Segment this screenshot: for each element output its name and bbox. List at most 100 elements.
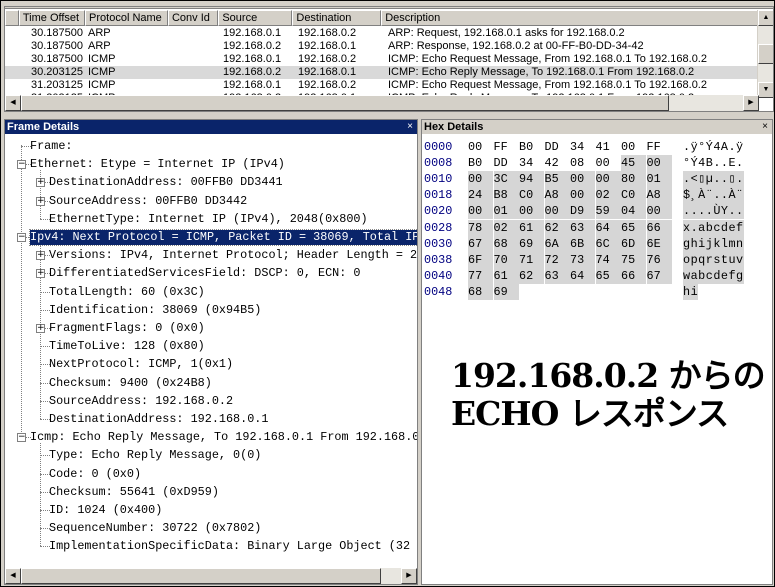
- hex-ascii[interactable]: x.abcdef: [683, 219, 744, 236]
- hex-byte[interactable]: 72: [544, 251, 570, 268]
- hex-byte[interactable]: 34: [570, 139, 595, 155]
- hex-byte[interactable]: 64: [595, 219, 621, 236]
- hex-byte[interactable]: C0: [519, 187, 544, 204]
- hex-byte[interactable]: 6C: [595, 235, 621, 252]
- hex-byte[interactable]: 64: [570, 267, 595, 284]
- tree-node[interactable]: SequenceNumber: 30722 (0x7802): [49, 521, 261, 536]
- tree-node[interactable]: DestinationAddress: 192.168.0.1: [49, 412, 268, 427]
- horizontal-scroll-thumb[interactable]: [21, 95, 669, 111]
- hex-byte[interactable]: 80: [621, 171, 646, 188]
- hex-ascii[interactable]: ....ÙY..: [683, 203, 744, 220]
- hex-byte[interactable]: 00: [621, 139, 646, 155]
- scroll-left-arrow-icon[interactable]: ◀: [5, 568, 21, 584]
- hex-byte[interactable]: A8: [646, 187, 672, 204]
- tree-node[interactable]: Identification: 38069 (0x94B5): [49, 303, 261, 318]
- tree-node[interactable]: DifferentiatedServicesField: DSCP: 0, EC…: [49, 266, 361, 281]
- hex-byte[interactable]: 42: [545, 155, 570, 171]
- hex-byte[interactable]: 68: [493, 235, 519, 252]
- tree-node[interactable]: TimeToLive: 128 (0x80): [49, 339, 205, 354]
- hex-byte[interactable]: 24: [468, 187, 493, 204]
- hex-byte[interactable]: 69: [519, 235, 544, 252]
- tree-node[interactable]: Checksum: 55641 (0xD959): [49, 485, 219, 500]
- hex-byte[interactable]: 34: [519, 155, 544, 171]
- hex-byte[interactable]: 04: [621, 203, 646, 220]
- hex-byte[interactable]: B8: [493, 187, 519, 204]
- tree-node[interactable]: Icmp: Echo Reply Message, To 192.168.0.1…: [30, 430, 417, 445]
- hex-byte[interactable]: 67: [646, 267, 672, 284]
- packet-row[interactable]: 30.203125 ICMP 192.168.0.2 192.168.0.1 ICMP:…: [5, 66, 759, 79]
- tree-node[interactable]: ImplementationSpecificData: Binary Large…: [49, 539, 417, 554]
- hex-byte[interactable]: 00: [570, 187, 595, 204]
- column-header-marker[interactable]: [5, 10, 19, 26]
- hex-byte[interactable]: 6A: [544, 235, 570, 252]
- hex-byte[interactable]: 77: [468, 267, 493, 284]
- hex-byte[interactable]: 61: [519, 219, 544, 236]
- scroll-right-arrow-icon[interactable]: ▶: [401, 568, 417, 584]
- hex-byte[interactable]: 6E: [646, 235, 672, 252]
- hex-ascii[interactable]: ghijklmn: [683, 235, 744, 252]
- hex-byte[interactable]: DD: [545, 139, 570, 155]
- scroll-up-arrow-icon[interactable]: ▲: [758, 10, 773, 26]
- hex-ascii[interactable]: $¸À¨..À¨: [683, 187, 744, 204]
- hex-byte[interactable]: D9: [570, 203, 595, 220]
- hex-byte[interactable]: 00: [468, 171, 493, 188]
- hex-byte[interactable]: B5: [544, 171, 570, 188]
- hex-byte[interactable]: 3C: [493, 171, 519, 188]
- hex-byte[interactable]: 76: [646, 251, 672, 268]
- tree-node[interactable]: SourceAddress: 192.168.0.2: [49, 394, 233, 409]
- column-header-destination[interactable]: Destination: [292, 10, 382, 26]
- hex-byte[interactable]: 65: [595, 267, 621, 284]
- packet-row[interactable]: 30.187500 ARP 192.168.0.2 192.168.0.1 ARP: R…: [5, 40, 759, 53]
- hex-byte[interactable]: 00: [544, 203, 570, 220]
- expand-plus-icon[interactable]: +: [36, 196, 45, 206]
- packet-list-vertical-scrollbar[interactable]: ▲ ▼: [757, 10, 773, 98]
- hex-byte[interactable]: 01: [646, 171, 672, 188]
- hex-byte[interactable]: 71: [519, 251, 544, 268]
- hex-byte[interactable]: 6F: [468, 251, 493, 268]
- collapse-minus-icon[interactable]: −: [17, 233, 26, 242]
- hex-ascii[interactable]: wabcdefg: [683, 267, 744, 284]
- frame-details-horizontal-scrollbar[interactable]: ◀ ▶: [5, 568, 417, 584]
- column-header-conv-id[interactable]: Conv Id: [167, 10, 219, 26]
- column-header-source[interactable]: Source: [218, 10, 293, 26]
- hex-byte[interactable]: 65: [621, 219, 646, 236]
- tree-node[interactable]: Versions: IPv4, Internet Protocol; Heade…: [49, 248, 417, 263]
- hex-byte[interactable]: C0: [621, 187, 646, 204]
- hex-byte[interactable]: 59: [595, 203, 621, 220]
- hex-byte[interactable]: 73: [570, 251, 595, 268]
- tree-node[interactable]: DestinationAddress: 00FFB0 DD3441: [49, 175, 283, 190]
- tree-node[interactable]: FragmentFlags: 0 (0x0): [49, 321, 205, 336]
- hex-ascii[interactable]: .<▯µ..▯.: [683, 171, 744, 188]
- hex-byte[interactable]: B0: [468, 155, 493, 171]
- hex-byte[interactable]: 70: [493, 251, 519, 268]
- tree-node[interactable]: SourceAddress: 00FFB0 DD3442: [49, 194, 247, 209]
- hex-ascii[interactable]: °Ý4B..E.: [683, 155, 744, 171]
- hex-byte[interactable]: 00: [519, 203, 544, 220]
- expand-plus-icon[interactable]: +: [36, 324, 45, 333]
- collapse-minus-icon[interactable]: −: [17, 433, 26, 443]
- hex-byte[interactable]: 69: [493, 283, 519, 300]
- hex-byte[interactable]: 62: [519, 267, 544, 284]
- tree-node[interactable]: Ipv4: Next Protocol = ICMP, Packet ID = …: [28, 229, 417, 246]
- hex-byte[interactable]: 45: [621, 155, 646, 172]
- hex-ascii[interactable]: opqrstuv: [683, 251, 744, 268]
- hex-byte[interactable]: B0: [519, 139, 544, 155]
- hex-byte[interactable]: 08: [570, 155, 595, 171]
- hex-byte[interactable]: FF: [647, 139, 672, 155]
- hex-ascii[interactable]: .ÿ°Ý4A.ÿ: [683, 139, 744, 155]
- hex-byte[interactable]: 00: [596, 155, 621, 171]
- expand-plus-icon[interactable]: +: [36, 269, 45, 279]
- collapse-minus-icon[interactable]: −: [17, 160, 26, 170]
- column-header-time-offset[interactable]: Time Offset: [18, 10, 86, 26]
- hex-byte[interactable]: 02: [595, 187, 621, 204]
- hex-byte[interactable]: 6B: [570, 235, 595, 252]
- close-icon[interactable]: ×: [407, 120, 413, 134]
- hex-byte[interactable]: 61: [493, 267, 519, 284]
- hex-byte[interactable]: 62: [544, 219, 570, 236]
- hex-byte[interactable]: 41: [596, 139, 621, 155]
- tree-node[interactable]: EthernetType: Internet IP (IPv4), 2048(0…: [49, 212, 368, 227]
- hex-byte[interactable]: 67: [468, 235, 493, 252]
- hex-byte[interactable]: 66: [621, 267, 646, 284]
- hex-byte[interactable]: 75: [621, 251, 646, 268]
- vertical-scroll-thumb[interactable]: [758, 44, 773, 64]
